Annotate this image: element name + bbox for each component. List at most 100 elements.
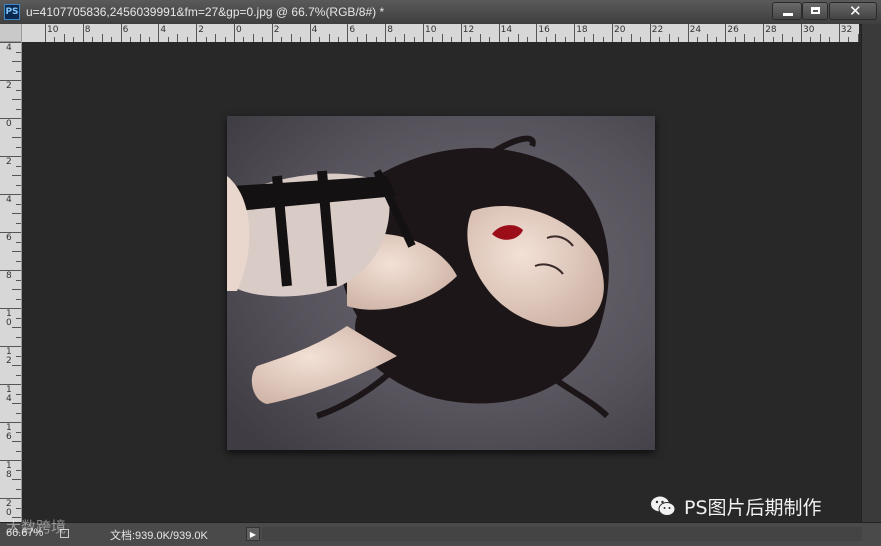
maximize-icon — [811, 7, 820, 14]
ruler-tick — [158, 24, 160, 42]
ruler-minor-tick — [139, 34, 141, 42]
ruler-label: 30 — [803, 25, 815, 35]
ruler-label: 8 — [387, 25, 393, 35]
ruler-minor-tick — [819, 34, 821, 42]
ruler-tick — [725, 24, 727, 42]
ruler-tick — [649, 24, 651, 42]
ruler-minor-tick — [12, 175, 21, 176]
ruler-minor-tick — [252, 34, 254, 42]
maximize-button[interactable] — [802, 2, 828, 20]
ruler-label: 10 — [47, 25, 59, 35]
ruler-label: 8 — [84, 25, 91, 35]
ruler-label: 28 — [765, 25, 777, 35]
ruler-tick — [423, 24, 424, 42]
ruler-minor-tick — [12, 289, 21, 290]
ruler-tick — [460, 24, 462, 42]
ruler-minor-tick — [215, 34, 217, 42]
document-title: u=4107705836,2456039991&fm=27&gp=0.jpg @… — [26, 5, 385, 19]
ruler-minor-tick — [706, 34, 708, 42]
ruler-label: 1 4 — [6, 385, 12, 404]
ruler-label: 1 2 — [6, 347, 12, 366]
minimize-icon — [783, 13, 793, 16]
close-icon: ✕ — [849, 2, 862, 20]
ruler-label: 1 8 — [6, 461, 12, 480]
ruler-label: 8 — [6, 271, 12, 281]
ruler-minor-tick — [782, 34, 784, 42]
photoshop-icon: PS — [4, 4, 20, 20]
status-menu-arrow-icon[interactable]: ▶ — [246, 527, 260, 541]
ruler-label: 0 — [6, 119, 12, 129]
overlay-watermark-text: 大数跨境 — [6, 518, 67, 536]
ruler-tick — [234, 24, 235, 42]
ruler-label: 22 — [651, 25, 664, 35]
minimize-button[interactable] — [772, 2, 802, 20]
ruler-tick — [309, 24, 311, 42]
wechat-watermark: PS图片后期制作 — [650, 493, 822, 519]
ruler-label: 20 — [614, 25, 626, 35]
ruler-minor-tick — [12, 403, 21, 404]
ruler-minor-tick — [12, 137, 21, 138]
ruler-tick — [120, 24, 122, 42]
ruler-label: 6 — [6, 233, 12, 243]
ruler-label: 12 — [462, 25, 475, 35]
ruler-minor-tick — [517, 34, 519, 42]
ruler-label: 2 — [6, 81, 12, 91]
ruler-tick — [763, 24, 765, 42]
vertical-ruler[interactable]: 42024681 01 21 41 61 82 0 — [0, 42, 22, 522]
ruler-label: 6 — [122, 25, 129, 35]
horizontal-scrollbar[interactable] — [262, 527, 862, 541]
ruler-minor-tick — [177, 34, 179, 42]
vertical-scrollbar[interactable] — [861, 24, 881, 522]
ruler-minor-tick — [63, 34, 65, 42]
ruler-minor-tick — [668, 34, 670, 42]
ruler-tick — [196, 24, 198, 42]
ruler-tick — [536, 24, 538, 42]
document-size-info: 文档:939.0K/939.0K — [110, 530, 208, 542]
ruler-tick — [801, 24, 802, 42]
ruler-label: 6 — [349, 25, 356, 35]
ruler-minor-tick — [366, 34, 368, 42]
close-button[interactable]: ✕ — [829, 2, 877, 20]
ruler-minor-tick — [101, 34, 103, 42]
ruler-label: 4 — [311, 25, 318, 35]
ruler-label: 2 — [273, 25, 280, 35]
ruler-label: 1 6 — [6, 423, 12, 442]
ruler-tick — [271, 24, 273, 42]
ruler-minor-tick — [857, 34, 859, 42]
ruler-label: 10 — [425, 25, 437, 35]
ruler-tick — [347, 24, 349, 42]
ruler-minor-tick — [12, 61, 21, 62]
ruler-minor-tick — [12, 479, 21, 480]
ruler-minor-tick — [404, 34, 406, 42]
ruler-tick — [45, 24, 46, 42]
wechat-icon — [650, 495, 676, 517]
ruler-tick — [687, 24, 689, 42]
ruler-origin[interactable] — [0, 24, 22, 42]
ruler-minor-tick — [630, 34, 632, 42]
ruler-minor-tick — [593, 34, 595, 42]
ruler-label: 16 — [538, 25, 550, 35]
ruler-minor-tick — [12, 99, 21, 100]
ruler-minor-tick — [12, 441, 21, 442]
document-image[interactable] — [227, 116, 655, 450]
ruler-label: 4 — [6, 195, 12, 205]
ruler-label: 4 — [6, 43, 12, 53]
ruler-tick — [838, 24, 840, 42]
ruler-tick — [82, 24, 84, 42]
ruler-minor-tick — [12, 327, 21, 328]
ruler-minor-tick — [744, 34, 746, 42]
ruler-label: 2 — [198, 25, 204, 35]
ruler-minor-tick — [290, 34, 292, 42]
ruler-minor-tick — [12, 213, 21, 214]
ruler-minor-tick — [12, 251, 21, 252]
ruler-label: 14 — [500, 25, 513, 35]
horizontal-ruler[interactable]: 10 8 6 4 2 0 2 4 6 8 10 12 14 16 18 20 22 24 26 28 30 32 — [22, 24, 859, 43]
ruler-label: 26 — [727, 25, 739, 35]
ruler-tick — [385, 24, 387, 42]
ruler-label: 2 — [6, 157, 12, 167]
watermark-text: PS图片后期制作 — [684, 496, 822, 519]
ruler-minor-tick — [441, 34, 443, 42]
ruler-label: 24 — [689, 25, 702, 35]
ruler-tick — [498, 24, 500, 42]
ruler-tick — [574, 24, 576, 42]
